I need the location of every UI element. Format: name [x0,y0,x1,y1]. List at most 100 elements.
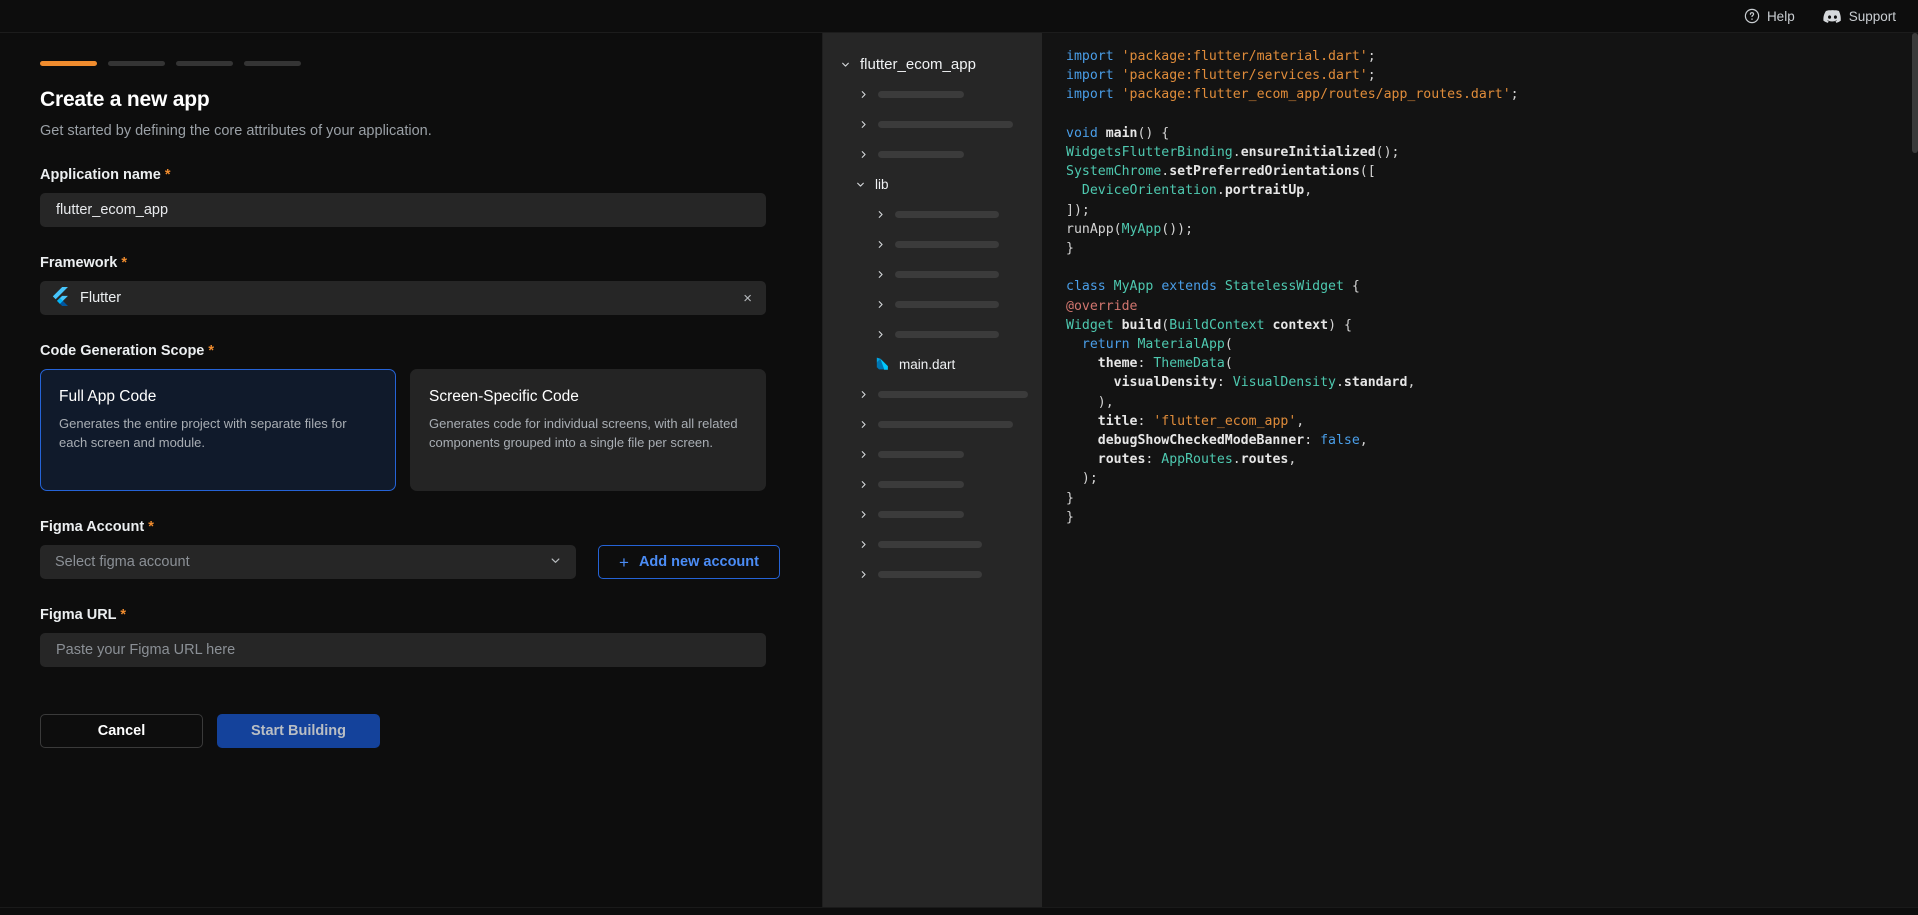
tree-item-placeholder[interactable] [837,259,1028,289]
support-label: Support [1848,8,1896,24]
required-asterisk: * [120,607,126,623]
tree-skeleton-bar [878,570,982,578]
tree-skeleton-bar [878,450,964,458]
start-building-button[interactable]: Start Building [217,714,380,748]
app-name-label-text: Application name [40,167,161,183]
scope-option-full-app-code[interactable]: Full App Code Generates the entire proje… [40,369,396,491]
chevron-right-icon [857,449,869,460]
tree-skeleton-bar [895,330,999,338]
tree-item-placeholder[interactable] [837,109,1028,139]
scope-label: Code Generation Scope * [40,343,782,359]
tree-item-placeholder[interactable] [837,139,1028,169]
figma-account-selected-value: Select figma account [55,554,190,570]
app-name-label: Application name * [40,167,782,183]
tree-item-placeholder[interactable] [837,469,1028,499]
app-name-field-group: Application name * flutter_ecom_app [40,167,782,227]
tree-item-placeholder[interactable] [837,199,1028,229]
tree-item-lib[interactable]: lib [837,169,1028,199]
chevron-right-icon [857,149,869,160]
tree-item-placeholder[interactable] [837,499,1028,529]
chevron-right-icon [874,329,886,340]
figma-account-select[interactable]: Select figma account [40,545,576,579]
help-circle-icon [1744,8,1760,24]
code-content: import 'package:flutter/material.dart'; … [1066,49,1519,525]
figma-account-label: Figma Account * [40,519,782,535]
chevron-right-icon [874,299,886,310]
figma-url-label: Figma URL * [40,607,782,623]
create-app-form-pane: Create a new app Get started by defining… [0,33,823,907]
framework-value: Flutter [80,290,122,306]
tree-skeleton-bar [878,510,964,518]
cancel-button[interactable]: Cancel [40,714,203,748]
wizard-step-indicator [40,61,782,66]
figma-url-field-group: Figma URL * Paste your Figma URL here [40,607,782,667]
figma-account-field-group: Figma Account * Select figma account + A… [40,519,782,579]
scope-field-group: Code Generation Scope * Full App Code Ge… [40,343,782,491]
wizard-step-1[interactable] [40,61,97,66]
figma-account-label-text: Figma Account [40,519,145,535]
file-tree-panel: flutter_ecom_app lib main.dart [823,33,1042,907]
framework-select[interactable]: Flutter × [40,281,766,315]
tree-item-placeholder[interactable] [837,229,1028,259]
chevron-right-icon [857,419,869,430]
tree-main-dart-label: main.dart [899,356,956,372]
required-asterisk: * [148,519,154,535]
support-button[interactable]: Support [1823,9,1896,24]
tree-item-placeholder[interactable] [837,79,1028,109]
chevron-right-icon [874,239,886,250]
plus-icon: + [619,552,629,572]
tree-skeleton-bar [878,480,964,488]
tree-skeleton-bar [895,300,999,308]
chevron-right-icon [874,209,886,220]
tree-item-main-dart[interactable]: main.dart [837,349,1028,379]
code-editor-panel[interactable]: import 'package:flutter/material.dart'; … [1042,33,1918,907]
bottom-strip [0,907,1918,915]
add-new-account-button[interactable]: + Add new account [598,545,780,579]
vertical-scrollbar[interactable] [1912,33,1918,153]
help-button[interactable]: Help [1744,8,1795,24]
dart-logo-icon [874,356,890,372]
app-name-input[interactable]: flutter_ecom_app [40,193,766,227]
top-bar: Help Support [0,0,1918,33]
discord-icon [1823,9,1842,24]
required-asterisk: * [121,255,128,271]
framework-field-group: Framework * Flutter × [40,255,782,315]
tree-skeleton-bar [878,420,1013,428]
chevron-down-icon [854,179,866,190]
chevron-right-icon [857,89,869,100]
wizard-step-3[interactable] [176,61,233,66]
scope-options: Full App Code Generates the entire proje… [40,369,782,491]
chevron-right-icon [857,479,869,490]
chevron-right-icon [857,119,869,130]
scope-option-description: Generates the entire project with separa… [59,416,347,450]
form-actions: Cancel Start Building [40,714,782,748]
add-new-account-label: Add new account [638,554,759,570]
tree-item-placeholder[interactable] [837,409,1028,439]
framework-chip: Flutter [52,286,122,310]
tree-item-root[interactable]: flutter_ecom_app [837,49,1028,79]
wizard-step-4[interactable] [244,61,301,66]
chevron-down-icon [549,554,562,571]
tree-lib-label: lib [875,176,889,192]
figma-url-input[interactable]: Paste your Figma URL here [40,633,766,667]
tree-skeleton-bar [878,540,982,548]
app-root: Help Support Create a new app Get starte… [0,0,1918,915]
wizard-step-2[interactable] [108,61,165,66]
tree-item-placeholder[interactable] [837,529,1028,559]
chevron-down-icon [839,59,851,70]
framework-label-text: Framework [40,255,118,271]
required-asterisk: * [208,343,215,359]
tree-item-placeholder[interactable] [837,319,1028,349]
required-asterisk: * [164,167,171,183]
tree-item-placeholder[interactable] [837,439,1028,469]
help-label: Help [1766,8,1795,24]
tree-item-placeholder[interactable] [837,559,1028,589]
clear-framework-icon[interactable]: × [743,291,752,306]
tree-item-placeholder[interactable] [837,379,1028,409]
scope-option-screen-specific-code[interactable]: Screen-Specific Code Generates code for … [410,369,766,491]
chevron-right-icon [857,569,869,580]
figma-account-row: Select figma account + Add new account [40,545,782,579]
tree-root-label: flutter_ecom_app [860,55,976,73]
tree-item-placeholder[interactable] [837,289,1028,319]
scope-option-title: Full App Code [59,388,157,405]
